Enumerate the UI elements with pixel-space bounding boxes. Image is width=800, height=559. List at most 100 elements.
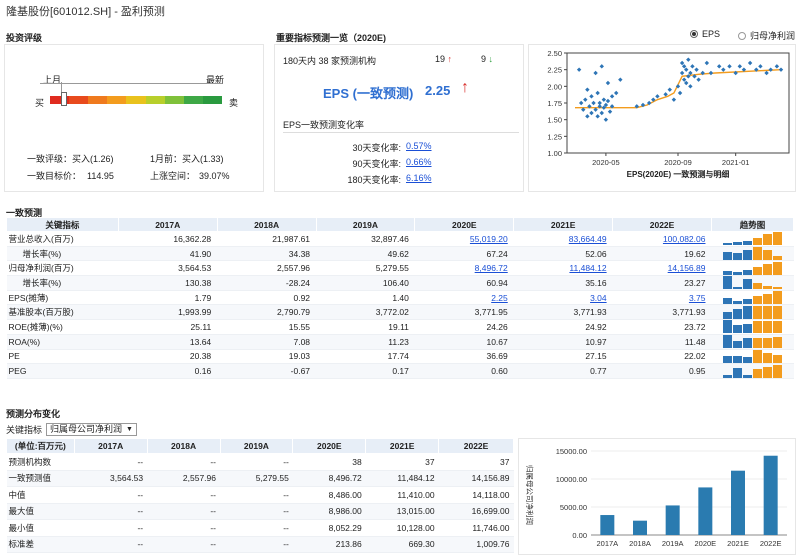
- scatter-ytick-label: 2.50: [547, 49, 562, 58]
- trend-cell: [711, 304, 794, 321]
- forecast-value-link[interactable]: 14,156.89: [668, 263, 706, 273]
- table-cell: 10,128.00: [365, 519, 439, 537]
- consensus-line: [575, 68, 782, 109]
- trend-chart: [711, 364, 793, 378]
- trend-bar: [772, 287, 782, 290]
- forecast-table-wrap: 关键指标 2017A 2018A 2019A 2020E 2021E 2022E 趋势图 营业…: [6, 217, 795, 379]
- distribution-header-cell: 2022E: [438, 438, 514, 454]
- up-count-value: 19: [435, 54, 446, 64]
- forecast-table: 关键指标 2017A 2018A 2019A 2020E 2021E 2022E 趋势图 营业…: [6, 217, 795, 379]
- table-cell: 11,484.12: [365, 470, 439, 487]
- row-label: 归母净利润(百万): [6, 260, 119, 277]
- scatter-point: [671, 97, 677, 102]
- bar-2018A: [633, 520, 647, 535]
- gauge-segment: [107, 96, 127, 104]
- trend-cell: [711, 260, 794, 277]
- trend-bar: [762, 305, 772, 319]
- table-cell: 1.40: [316, 290, 415, 306]
- trend-chart: [711, 320, 793, 334]
- forecast-value-link[interactable]: 3.04: [590, 293, 607, 303]
- bar-ylabel: 归属母公司净利润: [525, 465, 535, 525]
- institutions-count: 180天内 38 家预测机构: [283, 56, 377, 66]
- month-ago-value: 买入(1.33): [182, 154, 224, 164]
- scatter-point: [603, 117, 609, 122]
- trend-bar: [772, 291, 782, 305]
- forecast-header-cell: 2022E: [612, 217, 712, 232]
- row-label: 增长率(%): [6, 246, 119, 262]
- change-label: 180天变化率:: [347, 175, 401, 185]
- forecast-value-link[interactable]: 100,082.06: [663, 234, 706, 244]
- net-profit-bar-panel: 归属母公司净利润 15000.00 10000.00 5000.00 0.00 201…: [518, 438, 796, 555]
- trend-bar: [732, 272, 742, 275]
- trend-cell: [711, 246, 794, 262]
- bar-xtick-label: 2018A: [629, 539, 651, 548]
- table-cell: 23.27: [612, 275, 712, 291]
- net-profit-radio[interactable]: 归母净利润: [738, 29, 795, 42]
- table-cell: 22.02: [612, 349, 712, 365]
- forecast-value-link[interactable]: 8,496.72: [475, 263, 508, 273]
- table-cell: 17.74: [316, 349, 415, 365]
- table-cell: 14,156.89: [438, 470, 514, 487]
- row-label: 最大值: [6, 503, 75, 520]
- eps-scatter-chart: 2.50 2.25 2.00 1.75 1.50 1.25 1.00 2020-05 2020…: [547, 49, 790, 179]
- forecast-value-link[interactable]: 83,664.49: [569, 234, 607, 244]
- table-cell: 16,699.00: [438, 503, 514, 520]
- forecast-value-link[interactable]: 11,484.12: [569, 263, 606, 273]
- scatter-point: [609, 94, 615, 99]
- forecast-header-cell: 趋势图: [710, 217, 795, 232]
- month-ago-label: 1月前：: [150, 154, 183, 164]
- trend-bar: [732, 341, 742, 349]
- table-cell: 52.06: [513, 246, 613, 262]
- trend-cell: [711, 290, 794, 306]
- change-value-link[interactable]: 6.16%: [406, 173, 432, 183]
- table-cell: 13,015.00: [365, 503, 439, 520]
- forecast-value-link[interactable]: 3.75: [689, 293, 706, 303]
- row-label: 预测机构数: [6, 453, 75, 471]
- forecast-value-link[interactable]: 55,019.20: [470, 234, 508, 244]
- table-cell: 37: [438, 453, 514, 471]
- trend-bar: [732, 368, 742, 378]
- change-row: 180天变化率: 6.16%: [275, 173, 525, 187]
- scatter-point: [605, 80, 611, 86]
- change-title: EPS一致预测变化率: [283, 120, 365, 130]
- scatter-point: [605, 98, 611, 104]
- trend-bar: [752, 266, 762, 275]
- trend-cell: [711, 319, 794, 335]
- scatter-point: [667, 87, 672, 92]
- table-cell: 11,746.00: [438, 519, 514, 537]
- change-value-link[interactable]: 0.66%: [406, 157, 432, 167]
- upside: 上涨空间： 39.07%: [150, 169, 230, 182]
- table-cell: 35.16: [513, 275, 613, 291]
- scatter-point: [727, 64, 732, 69]
- eps-value: 2.25: [425, 83, 451, 98]
- table-cell: --: [220, 453, 293, 471]
- eps-radio[interactable]: EPS: [690, 29, 720, 39]
- sell-label: 卖: [229, 98, 239, 108]
- table-cell: 16,362.28: [118, 231, 218, 247]
- table-cell: 8,052.29: [292, 519, 366, 537]
- change-value-link[interactable]: 0.57%: [406, 141, 432, 151]
- eps-scatter-panel: 2.50 2.25 2.00 1.75 1.50 1.25 1.00 2020-05 2020…: [528, 44, 796, 192]
- trend-chart: [711, 232, 793, 246]
- gauge-segment: [69, 96, 89, 104]
- distribution-table: (单位:百万元) 2017A 2018A 2019A 2020E 2021E 2022E 预…: [6, 438, 514, 553]
- row-label: 增长率(%): [6, 275, 119, 291]
- table-cell: 34.38: [217, 246, 317, 262]
- table-cell: --: [147, 503, 220, 520]
- indicator-select[interactable]: 归属母公司净利润 ▼: [46, 423, 137, 436]
- table-cell: 20.38: [118, 349, 218, 365]
- down-count-value: 9: [481, 54, 487, 64]
- eps-up-arrow-icon: ↑: [461, 79, 469, 96]
- trend-bar: [762, 367, 772, 378]
- scatter-point: [677, 90, 683, 96]
- distribution-header-cell: 2017A: [73, 438, 148, 454]
- scatter-ytick-label: 2.25: [547, 66, 562, 75]
- latest-label: 最新: [206, 75, 225, 85]
- forecast-value-link[interactable]: 2.25: [491, 293, 508, 303]
- distribution-header-cell: 2018A: [146, 438, 221, 454]
- trend-bar: [742, 323, 752, 334]
- trend-bar: [722, 271, 732, 275]
- table-row: 中值 -- -- -- 8,486.00 11,410.00 14,118.00: [6, 486, 514, 504]
- table-cell: 8,496.72: [414, 260, 514, 277]
- scatter-ytick-label: 2.00: [547, 82, 562, 91]
